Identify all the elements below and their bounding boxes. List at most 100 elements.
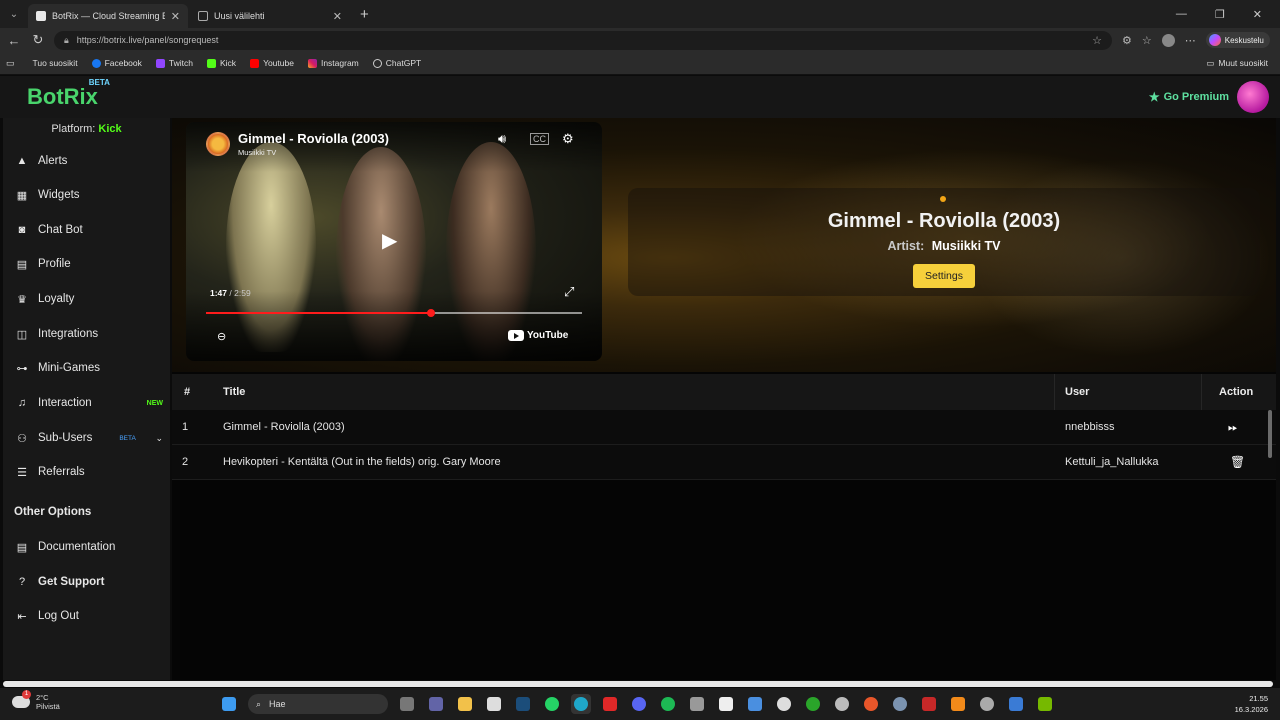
sidebar-item-referrals[interactable]: ☰ Referrals bbox=[15, 461, 163, 483]
table-scrollbar[interactable] bbox=[1268, 410, 1272, 458]
tab-actions-icon[interactable]: ⌄ bbox=[2, 3, 26, 25]
list-icon: ☰ bbox=[17, 466, 27, 479]
tab-new[interactable]: Uusi välilehti ✕ bbox=[190, 4, 350, 28]
profile-icon[interactable] bbox=[1161, 33, 1175, 47]
monitor-app-icon[interactable] bbox=[1006, 694, 1026, 714]
store-icon[interactable] bbox=[484, 694, 504, 714]
bookmark-other[interactable]: ▭ Muut suosikit bbox=[1206, 58, 1268, 69]
bookmark-youtube[interactable]: Youtube bbox=[250, 58, 294, 68]
teams-icon[interactable] bbox=[426, 694, 446, 714]
target-app-icon[interactable] bbox=[832, 694, 852, 714]
task-view-icon[interactable] bbox=[397, 694, 417, 714]
play-icon[interactable]: ▶ bbox=[382, 228, 397, 253]
horizontal-scrollbar[interactable] bbox=[3, 681, 1273, 687]
start-icon[interactable] bbox=[219, 694, 239, 714]
taskbar-search[interactable]: ⌕ Hae bbox=[248, 694, 388, 714]
video-progress-bar[interactable] bbox=[206, 309, 582, 317]
table-row[interactable]: 1 Gimmel - Roviolla (2003) nnebbisss ⏩︎ bbox=[172, 410, 1276, 445]
restore-icon[interactable]: ❐ bbox=[1215, 8, 1225, 21]
sidebar-item-chat-bot[interactable]: ◙ Chat Bot bbox=[15, 219, 163, 241]
video-scrubber-handle[interactable] bbox=[426, 309, 435, 317]
captions-icon[interactable]: CC bbox=[530, 133, 549, 145]
sidebar-item-mini-games[interactable]: ⊶ Mini-Games bbox=[15, 357, 163, 379]
favorites-icon[interactable]: ☆ bbox=[1142, 34, 1152, 47]
gear-icon[interactable]: ⚙ bbox=[562, 131, 574, 147]
video-title[interactable]: Gimmel - Roviolla (2003) bbox=[238, 131, 389, 146]
sidebar-item-label: Alerts bbox=[38, 155, 68, 167]
fullscreen-icon[interactable]: ⤢ bbox=[564, 284, 574, 300]
table-row[interactable]: 2 Hevikopteri - Kentältä (Out in the fie… bbox=[172, 445, 1276, 480]
notepad-icon[interactable] bbox=[716, 694, 736, 714]
sidebar-item-log-out[interactable]: ⇤ Log Out bbox=[15, 605, 163, 627]
chevron-down-icon[interactable]: ⌄ bbox=[155, 433, 163, 444]
settings-button[interactable]: Settings bbox=[913, 264, 975, 288]
refresh-icon[interactable]: ↻ bbox=[26, 32, 50, 48]
file-explorer-icon[interactable] bbox=[455, 694, 475, 714]
bookmark-label: Kick bbox=[220, 58, 237, 68]
sidebar-item-sub-users[interactable]: ⚇ Sub-Users BETA ⌄ bbox=[15, 427, 163, 449]
weather-widget[interactable]: 1 2°C Pilvistä bbox=[12, 690, 60, 711]
bookmark-kick[interactable]: Kick bbox=[207, 58, 236, 68]
video-channel[interactable]: Musiikki TV bbox=[238, 148, 276, 157]
minimize-icon[interactable]: — bbox=[1176, 8, 1187, 21]
whatsapp-icon[interactable] bbox=[542, 694, 562, 714]
sidebar-item-profile[interactable]: ▤ Profile bbox=[15, 253, 163, 275]
row-number: 2 bbox=[182, 456, 189, 468]
channel-avatar[interactable] bbox=[206, 132, 230, 156]
vlc-icon[interactable] bbox=[948, 694, 968, 714]
sidebar-item-widgets[interactable]: ▦ Widgets bbox=[15, 184, 163, 206]
sidebar-item-documentation[interactable]: ▤ Documentation bbox=[15, 536, 163, 558]
favorite-star-icon[interactable]: ☆ bbox=[1092, 34, 1102, 47]
platform-label: Platform: bbox=[51, 123, 96, 135]
nvidia-icon[interactable] bbox=[1035, 694, 1055, 714]
link-icon[interactable]: ⊖ bbox=[217, 330, 226, 343]
xbox-icon[interactable] bbox=[803, 694, 823, 714]
discord-icon[interactable] bbox=[629, 694, 649, 714]
youtube-logo[interactable]: YouTube bbox=[508, 330, 568, 341]
go-premium-button[interactable]: ★ Go Premium bbox=[1149, 90, 1229, 104]
bookmark-facebook[interactable]: Facebook bbox=[91, 58, 142, 68]
back-icon[interactable]: ← bbox=[2, 33, 26, 48]
bookmark-twitch[interactable]: Twitch bbox=[155, 58, 193, 68]
extensions-icon[interactable]: ⚙ bbox=[1122, 34, 1132, 47]
bookmark-chatgpt[interactable]: ChatGPT bbox=[372, 58, 421, 68]
youtube-player[interactable]: Gimmel - Roviolla (2003) Musiikki TV 🔊︎ … bbox=[186, 122, 602, 361]
copilot-button[interactable]: Keskustelu bbox=[1205, 32, 1270, 48]
url-field[interactable]: 🔒︎ https://botrix.live/panel/songrequest… bbox=[54, 30, 1112, 50]
g-app-icon[interactable] bbox=[687, 694, 707, 714]
bookmark-label: Tuo suosikit bbox=[32, 58, 78, 68]
l-app-icon[interactable] bbox=[600, 694, 620, 714]
sidebar-item-get-support[interactable]: ? Get Support bbox=[15, 571, 163, 593]
sidebar-item-label: Widgets bbox=[38, 189, 80, 201]
spotify-icon[interactable] bbox=[658, 694, 678, 714]
tab-botrix[interactable]: BotRix — Cloud Streaming Bot for ✕ bbox=[28, 4, 188, 28]
close-icon[interactable]: ✕ bbox=[171, 10, 180, 23]
sidebar-item-label: Log Out bbox=[38, 610, 79, 622]
red-app-icon[interactable] bbox=[919, 694, 939, 714]
botrix-logo[interactable]: BotRix BETA bbox=[27, 78, 110, 110]
skip-icon[interactable]: ⏩︎ bbox=[1228, 420, 1238, 435]
more-icon[interactable]: ⋯ bbox=[1185, 34, 1196, 47]
close-window-icon[interactable]: ✕ bbox=[1253, 8, 1262, 21]
sidebar-item-label: Loyalty bbox=[38, 293, 75, 305]
sidebar-item-integrations[interactable]: ◫ Integrations bbox=[15, 323, 163, 345]
edge-icon[interactable] bbox=[571, 694, 591, 714]
user-avatar[interactable] bbox=[1237, 81, 1269, 113]
bookmark-instagram[interactable]: Instagram bbox=[307, 58, 359, 68]
sidebar-item-interaction[interactable]: ♫ Interaction NEW bbox=[15, 392, 163, 414]
settings-icon[interactable] bbox=[890, 694, 910, 714]
steam-icon[interactable] bbox=[513, 694, 533, 714]
sidebar-item-loyalty[interactable]: ♛ Loyalty bbox=[15, 288, 163, 310]
sidebar-item-alerts[interactable]: ▲ Alerts bbox=[15, 150, 163, 172]
orange-app-icon[interactable] bbox=[861, 694, 881, 714]
volume-icon[interactable]: 🔊︎ bbox=[498, 131, 506, 147]
system-clock[interactable]: 21.55 16.3.2026 bbox=[1235, 693, 1268, 715]
obs-icon[interactable] bbox=[774, 694, 794, 714]
bookmark-import[interactable]: ▭ Tuo suosikit bbox=[6, 58, 78, 69]
bookmark-label: Facebook bbox=[104, 58, 142, 68]
new-tab-icon[interactable]: + bbox=[360, 6, 369, 23]
mail-icon[interactable] bbox=[745, 694, 765, 714]
close-icon[interactable]: ✕ bbox=[333, 10, 342, 23]
shield-app-icon[interactable] bbox=[977, 694, 997, 714]
trash-icon[interactable]: 🗑︎ bbox=[1230, 455, 1245, 469]
